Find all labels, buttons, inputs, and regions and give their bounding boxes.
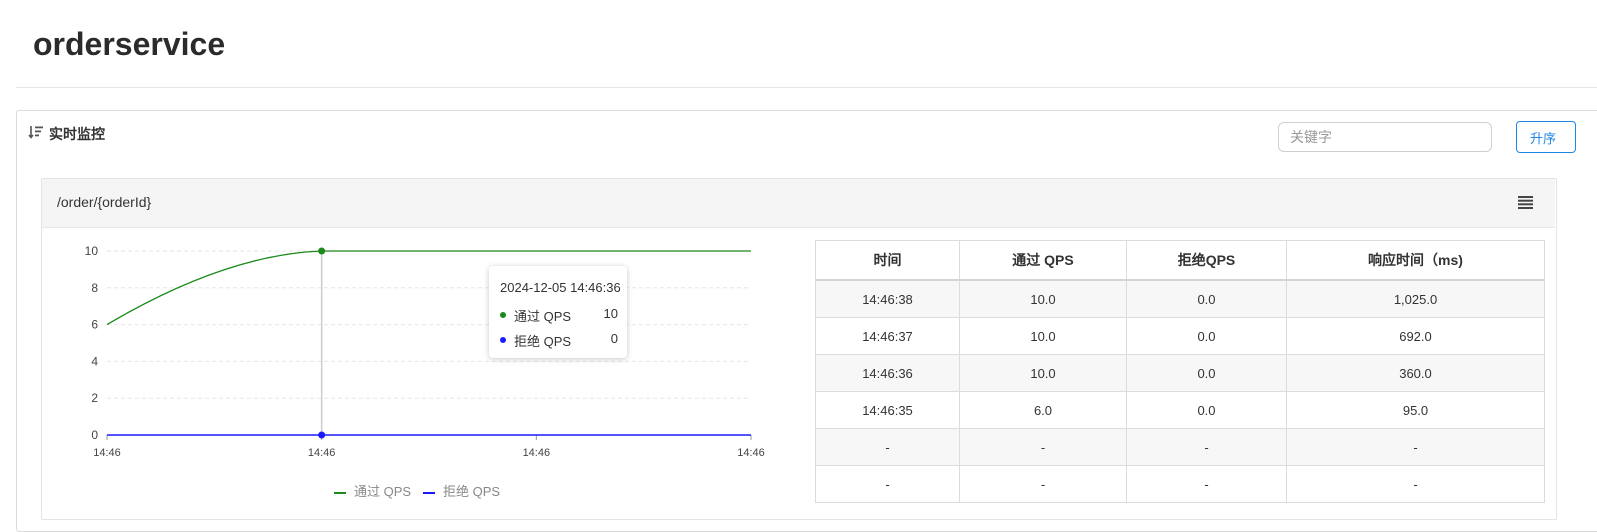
x-tick-label: 14:46 <box>93 447 121 459</box>
panel-title: 实时监控 <box>49 126 105 142</box>
cell-block-qps: 0.0 <box>1126 317 1287 355</box>
cell-time: 14:46:37 <box>815 317 960 355</box>
y-tick-label: 2 <box>91 391 98 405</box>
data-point-pass-qps <box>318 247 326 255</box>
cell-block-qps: 0.0 <box>1126 354 1287 392</box>
tooltip-block-label: 拒绝 QPS <box>514 334 572 349</box>
x-tick-label: 14:46 <box>523 447 551 459</box>
cell-time: - <box>815 428 960 466</box>
legend-pass-label: 通过 QPS <box>354 484 412 499</box>
cell-pass-qps: 10.0 <box>959 354 1127 392</box>
cell-rt: 692.0 <box>1286 317 1545 355</box>
tooltip-pass-label: 通过 QPS <box>514 309 572 324</box>
cell-pass-qps: 6.0 <box>959 391 1127 429</box>
cell-block-qps: 0.0 <box>1126 279 1287 318</box>
tooltip-pass-dot <box>500 312 506 318</box>
title-divider <box>16 87 1597 88</box>
column-header-time: 时间 <box>815 240 960 281</box>
tooltip-row-block: 拒绝 QPS 0 <box>500 331 618 349</box>
x-tick-label: 14:46 <box>737 447 765 459</box>
tooltip-pass-value: 10 <box>603 306 618 321</box>
tooltip-date: 2024-12-05 14:46:36 <box>500 280 621 295</box>
cell-rt: - <box>1286 428 1545 466</box>
table-row: - - - - <box>815 428 1545 466</box>
cell-block-qps: 0.0 <box>1126 391 1287 429</box>
page-title: orderservice <box>33 26 226 62</box>
resource-name: /order/{orderId} <box>57 194 152 210</box>
qps-data-table: 时间 通过 QPS 拒绝QPS 响应时间（ms) 14:46:38 10.0 0… <box>815 240 1545 503</box>
column-header-pass-qps: 通过 QPS <box>959 240 1127 281</box>
keyword-search-input[interactable] <box>1278 122 1492 152</box>
data-point-block-qps <box>318 431 326 439</box>
table-header-row: 时间 通过 QPS 拒绝QPS 响应时间（ms) <box>815 240 1545 281</box>
cell-pass-qps: 10.0 <box>959 279 1127 318</box>
ascending-sort-button[interactable]: 升序 <box>1516 121 1576 153</box>
column-header-block-qps: 拒绝QPS <box>1126 240 1287 281</box>
cell-time: 14:46:38 <box>815 279 960 318</box>
y-tick-label: 8 <box>91 281 98 295</box>
tooltip-block-value: 0 <box>610 331 618 346</box>
legend-block-swatch <box>423 491 435 494</box>
x-tick-label: 14:46 <box>308 447 336 459</box>
cell-rt: 95.0 <box>1286 391 1545 429</box>
y-tick-label: 10 <box>85 244 99 258</box>
cell-block-qps: - <box>1126 428 1287 466</box>
cell-pass-qps: 10.0 <box>959 317 1127 355</box>
tooltip-block-dot <box>500 337 506 343</box>
table-row: - - - - <box>815 465 1545 503</box>
tooltip-row-pass: 通过 QPS 10 <box>500 306 618 324</box>
resource-card-header <box>42 179 1555 228</box>
table-row: 14:46:38 10.0 0.0 1,025.0 <box>815 279 1545 318</box>
column-header-rt: 响应时间（ms) <box>1286 240 1545 281</box>
cell-pass-qps: - <box>959 465 1127 503</box>
legend-block-label: 拒绝 QPS <box>443 484 501 499</box>
y-tick-label: 0 <box>91 428 98 442</box>
legend-item-pass-qps[interactable]: 通过 QPS <box>334 481 411 500</box>
table-row: 14:46:36 10.0 0.0 360.0 <box>815 354 1545 392</box>
table-row: 14:46:35 6.0 0.0 95.0 <box>815 391 1545 429</box>
sort-descending-icon <box>28 126 43 139</box>
cell-time: 14:46:35 <box>815 391 960 429</box>
y-tick-label: 6 <box>91 318 98 332</box>
legend-pass-swatch <box>334 491 346 494</box>
cell-pass-qps: - <box>959 428 1127 466</box>
cell-time: 14:46:36 <box>815 354 960 392</box>
cell-rt: 360.0 <box>1286 354 1545 392</box>
cell-time: - <box>815 465 960 503</box>
cell-rt: - <box>1286 465 1545 503</box>
table-row: 14:46:37 10.0 0.0 692.0 <box>815 317 1545 355</box>
menu-icon[interactable] <box>1518 196 1533 209</box>
y-tick-label: 4 <box>91 354 98 368</box>
cell-rt: 1,025.0 <box>1286 279 1545 318</box>
chart-tooltip: 2024-12-05 14:46:36 通过 QPS 10 拒绝 QPS 0 <box>489 266 627 358</box>
cell-block-qps: - <box>1126 465 1287 503</box>
qps-line-chart: 0 2 4 6 8 10 14:46 14:46 14:46 14:46 <box>85 244 765 459</box>
legend-item-block-qps[interactable]: 拒绝 QPS <box>423 481 500 500</box>
